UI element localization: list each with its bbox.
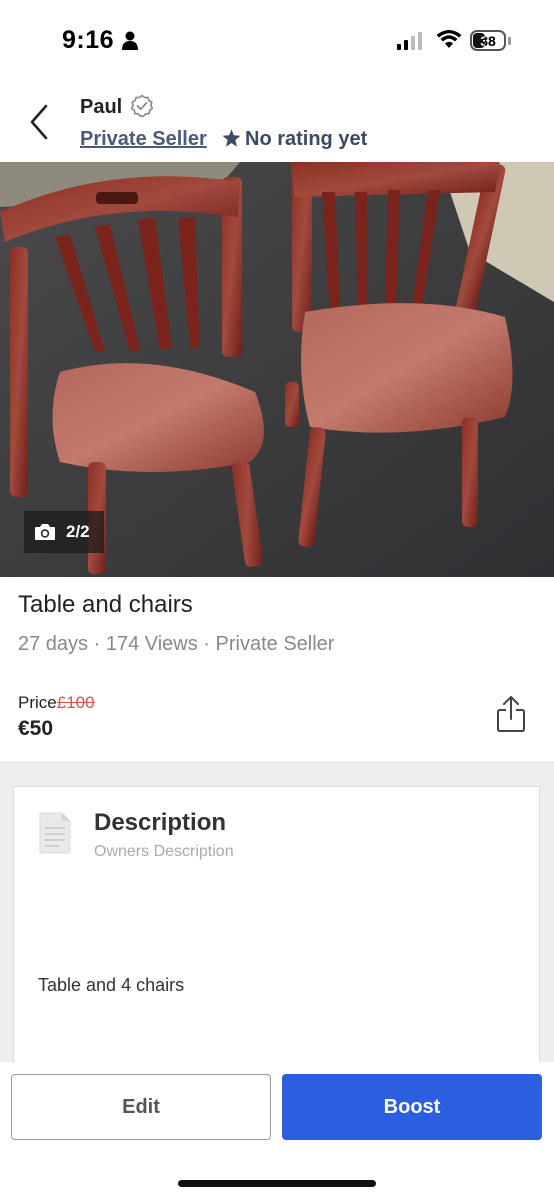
photo-counter-text: 2/2 [66,522,90,541]
rating-text: No rating yet [245,128,368,150]
listing-info: Table and chairs 27 days · 174 Views · P… [0,577,554,763]
signal-icon [397,32,422,50]
status-time: 9:16 [62,26,115,54]
person-icon [122,31,138,50]
listing-meta: 27 days · 174 Views · Private Seller [18,633,335,655]
seller-name: Paul [80,96,123,118]
description-subtitle: Owners Description [94,843,234,860]
price-label-row: Price£100 [18,693,95,713]
edit-button[interactable]: Edit [11,1074,271,1140]
status-bar: 9:16 38 [0,0,554,80]
wifi-icon [436,30,462,48]
seller-rating: No rating yet [222,128,367,151]
description-title: Description [94,809,227,836]
photo-counter: 2/2 [24,511,104,553]
listing-photo[interactable]: 2/2 [0,162,554,577]
seller-type-link[interactable]: Private Seller [80,128,207,151]
home-indicator[interactable] [178,1180,376,1187]
description-card: Description Owners Description Table and… [13,786,540,1086]
bottom-action-bar: Edit Boost [0,1062,554,1200]
back-chevron-icon[interactable] [24,102,54,142]
verified-badge-icon [130,94,154,118]
listing-title: Table and chairs [18,591,193,618]
camera-icon [35,524,55,540]
current-price: €50 [18,717,54,740]
price-label: Price [18,693,57,712]
share-icon[interactable] [496,695,526,733]
battery-icon: 38 [470,30,506,51]
description-body: Table and 4 chairs [38,975,185,995]
battery-tip [508,37,511,45]
star-icon [222,129,241,147]
battery-level: 38 [480,33,496,49]
old-price: £100 [56,693,95,712]
listing-header: Paul Private Seller No rating yet [0,80,554,162]
boost-button[interactable]: Boost [282,1074,542,1140]
document-icon [39,812,71,854]
